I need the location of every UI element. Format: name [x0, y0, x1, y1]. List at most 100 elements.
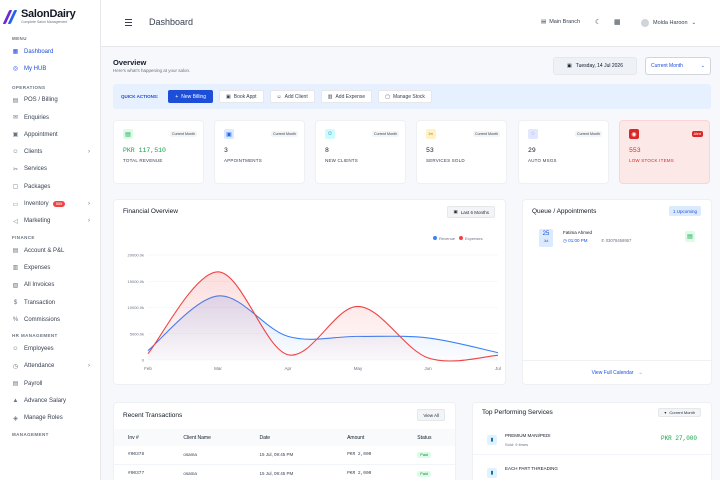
sidebar-item-label: Manage Roles — [24, 415, 63, 422]
add-client-button[interactable]: ☺ Add Client — [269, 90, 315, 103]
status-badge: Paid — [417, 470, 431, 477]
branch-selector[interactable]: ▤ Main Branch — [541, 19, 580, 25]
sidebar-item-advance-salary[interactable]: ▲ Advance Salary — [0, 392, 100, 409]
invoice-number[interactable]: #00378 — [114, 446, 170, 465]
pos-icon: ▤ — [12, 97, 19, 104]
stat-card-total-revenue[interactable]: ▤ Current Month PKR 117,510 TOTAL REVENUE — [113, 120, 204, 184]
sidebar-nav: MENU ▦ Dashboard ◎ My HUB OPERATIONS ▤ POS / Bi… — [0, 34, 100, 442]
quick-actions-bar: QUICK ACTIONS: + New Billing ▣ Book Appt ☺ Ad… — [113, 84, 711, 109]
package-icon: ▢ — [12, 184, 19, 191]
alert-icon: ◉ — [629, 129, 639, 139]
stat-card-new-clients[interactable]: ☺ Current Month 8 NEW CLIENTS — [315, 120, 406, 184]
appointment-time: ◷ 01:00 PM — [563, 238, 588, 243]
nav-section-label: FINANCE — [12, 234, 35, 240]
stat-label: LOW STOCK ITEMS — [629, 158, 674, 163]
sidebar-item-label: My HUB — [24, 65, 47, 72]
period-value: Current Month — [651, 63, 683, 69]
sidebar-item-label: Enquiries — [24, 114, 50, 121]
money-icon: ▤ — [123, 129, 133, 139]
hub-icon: ◎ — [12, 66, 19, 73]
stat-label: APPOINTMENTS — [224, 158, 262, 163]
sidebar-item-pos-billing[interactable]: ▤ POS / Billing — [0, 92, 100, 109]
sidebar-item-manage-roles[interactable]: ◈ Manage Roles — [0, 410, 100, 427]
book-appt-button[interactable]: ▣ Book Appt — [219, 90, 264, 103]
notes-icon[interactable]: ▦ — [614, 18, 621, 26]
sidebar-item-clients[interactable]: ☺ Clients › — [0, 143, 100, 160]
y-tick-label: 10000.0k — [128, 305, 144, 310]
sidebar-item-inventory[interactable]: ▭ Inventory 555 › — [0, 195, 100, 212]
box-icon: ▭ — [12, 201, 19, 208]
chevron-right-icon: › — [88, 218, 90, 225]
client-name: osama — [169, 464, 246, 480]
stat-value: 29 — [528, 147, 536, 154]
sidebar-item-label: Appointment — [24, 131, 58, 138]
stat-label: TOTAL REVENUE — [123, 158, 163, 163]
table-row[interactable]: #00377 osama 15 Jul, 09:45 PM PKR 2,000 Paid — [114, 464, 455, 480]
service-item[interactable]: ▮ PREMIUM MANI/PEDI Sold: 9 times PKR 27,00… — [473, 425, 711, 455]
table-row[interactable]: #00378 osama 15 Jul, 09:45 PM PKR 2,000 Paid — [114, 446, 455, 465]
stat-label: SERVICES SOLD — [426, 158, 465, 163]
financial-chart: 0 5000.0k 10000.0k 15000.0k 20000.0k Feb Mar Ap… — [128, 253, 501, 372]
view-all-button[interactable]: View All — [417, 409, 445, 421]
view-calendar-link[interactable]: View Full Calendar → — [523, 360, 711, 384]
service-name: PREMIUM MANI/PEDI — [505, 433, 551, 438]
column-header: Amount — [333, 429, 404, 446]
new-billing-button[interactable]: + New Billing — [168, 90, 213, 103]
appointment-item[interactable]: 25 Jul Fatima Ahmed ◷ 01:00 PM ✆ 0307845… — [531, 225, 703, 251]
sidebar-item-payroll[interactable]: ▤ Payroll — [0, 375, 100, 392]
plus-icon: + — [175, 93, 179, 100]
date-text: Tuesday, 14 Jul 2026 — [575, 63, 623, 69]
checkin-icon[interactable]: ▤ — [685, 231, 695, 242]
sidebar-item-services[interactable]: ✂ Services — [0, 161, 100, 178]
sidebar-item-enquiries[interactable]: ✉ Enquiries — [0, 109, 100, 126]
stat-card-low-stock-items[interactable]: ◉ Alert 553 LOW STOCK ITEMS — [619, 120, 710, 184]
service-item[interactable]: ▮ EACH PART THREADING — [473, 458, 711, 480]
transaction-date: 15 Jul, 09:45 PM — [245, 446, 334, 465]
logo[interactable]: SalonDairy Complete Salon Management — [0, 0, 100, 34]
stat-period-badge: Current Month — [170, 131, 197, 137]
sidebar-item-label: Payroll — [24, 380, 43, 387]
user-menu[interactable]: Molda Haroon ⌄ — [641, 19, 696, 27]
appointment-month: Jul — [543, 239, 549, 243]
scissors-icon: ✂ — [426, 129, 436, 139]
sidebar-item-label: POS / Billing — [24, 97, 58, 104]
invoice-number[interactable]: #00377 — [114, 464, 170, 480]
sidebar-item-label: Commissions — [24, 316, 61, 323]
invoice-icon: ▧ — [12, 282, 19, 289]
sidebar-item-attendance[interactable]: ◷ Attendance › — [0, 358, 100, 375]
enquiries-icon: ✉ — [12, 115, 19, 122]
sidebar-item-expenses[interactable]: ▥ Expenses — [0, 259, 100, 276]
stat-card-appointments[interactable]: ▣ Current Month 3 APPOINTMENTS — [214, 120, 305, 184]
add-expense-button[interactable]: ▥ Add Expense — [320, 90, 373, 103]
nav-section-label: MENU — [12, 36, 27, 41]
expenses-icon: ▥ — [12, 265, 19, 272]
sidebar-item-label: Employees — [24, 346, 54, 353]
payroll-icon: ▤ — [12, 381, 19, 388]
sidebar-item-commissions[interactable]: % Commissions — [0, 311, 100, 328]
sidebar-item-transaction[interactable]: $ Transaction — [0, 294, 100, 311]
transaction-date: 15 Jul, 09:45 PM — [245, 464, 334, 480]
sidebar-item-my-hub[interactable]: ◎ My HUB — [0, 60, 100, 77]
menu-toggle-icon[interactable] — [125, 19, 132, 28]
stat-period-badge: Current Month — [575, 131, 602, 137]
sidebar-item-appointment[interactable]: ▣ Appointment — [0, 126, 100, 143]
employees-icon: ☺ — [12, 346, 19, 353]
sidebar-item-packages[interactable]: ▢ Packages — [0, 178, 100, 195]
period-select[interactable]: Current Month ⌄ — [645, 57, 711, 75]
sidebar-item-employees[interactable]: ☺ Employees — [0, 340, 100, 357]
sidebar-item-marketing[interactable]: ◁ Marketing › — [0, 213, 100, 230]
y-tick-label: 20000.0k — [128, 253, 144, 258]
manage-stock-button[interactable]: ▢ Manage Stock — [378, 90, 432, 103]
stat-period-badge: Current Month — [473, 131, 500, 137]
stat-card-auto-msgs[interactable]: ◌ Current Month 29 AUTO MSGS — [518, 120, 609, 184]
x-tick-label: Mar — [214, 366, 222, 371]
date-display[interactable]: ▣ Tuesday, 14 Jul 2026 — [553, 57, 637, 75]
sidebar-item-dashboard[interactable]: ▦ Dashboard — [0, 43, 100, 60]
sidebar-item-account-p-l[interactable]: ▤ Account & P&L — [0, 242, 100, 259]
stat-card-services-sold[interactable]: ✂ Current Month 53 SERVICES SOLD — [416, 120, 507, 184]
advance-icon: ▲ — [12, 397, 19, 404]
services-period[interactable]: ▾ Current Month — [658, 408, 701, 417]
x-tick-label: Apr — [284, 366, 292, 371]
sidebar-item-all-invoices[interactable]: ▧ All Invoices — [0, 277, 100, 294]
dark-mode-icon[interactable]: ☾ — [595, 18, 601, 26]
